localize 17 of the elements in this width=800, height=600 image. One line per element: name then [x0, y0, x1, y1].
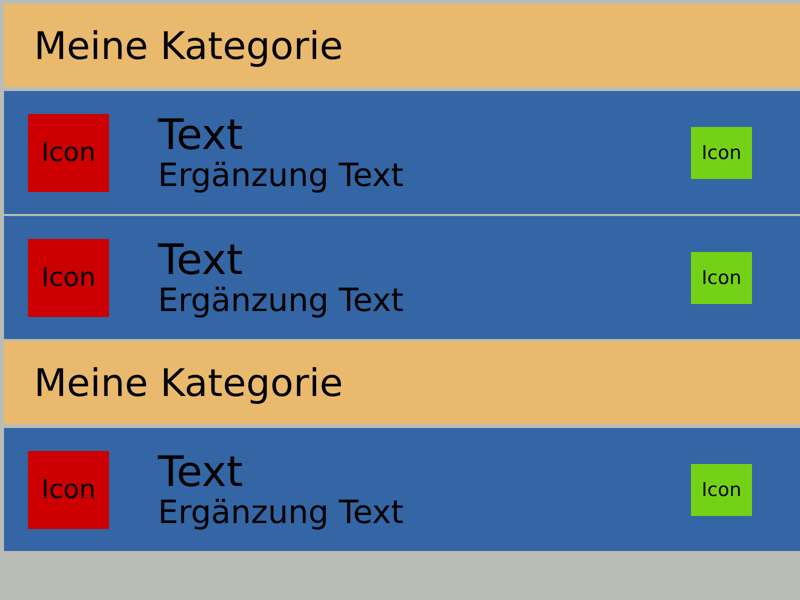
row-title: Text	[158, 238, 244, 282]
icon-placeholder[interactable]: Icon	[691, 464, 752, 516]
icon-placeholder[interactable]: Icon	[691, 126, 752, 178]
list-row[interactable]: Icon Text Ergänzung Text Icon	[4, 428, 800, 551]
list-row[interactable]: Icon Text Ergänzung Text Icon	[4, 91, 800, 214]
row-subtitle: Ergänzung Text	[158, 156, 405, 192]
row-subtitle: Ergänzung Text	[158, 494, 405, 530]
list-row[interactable]: Icon Text Ergänzung Text Icon	[4, 216, 800, 339]
row-title: Text	[158, 450, 244, 494]
row-subtitle: Ergänzung Text	[158, 282, 405, 318]
row-title: Text	[158, 112, 244, 156]
icon-placeholder: Icon	[28, 114, 109, 192]
icon-placeholder[interactable]: Icon	[691, 252, 752, 304]
category-header: Meine Kategorie	[4, 341, 800, 424]
category-header: Meine Kategorie	[4, 4, 800, 87]
icon-placeholder: Icon	[28, 450, 109, 528]
icon-placeholder: Icon	[28, 238, 109, 316]
